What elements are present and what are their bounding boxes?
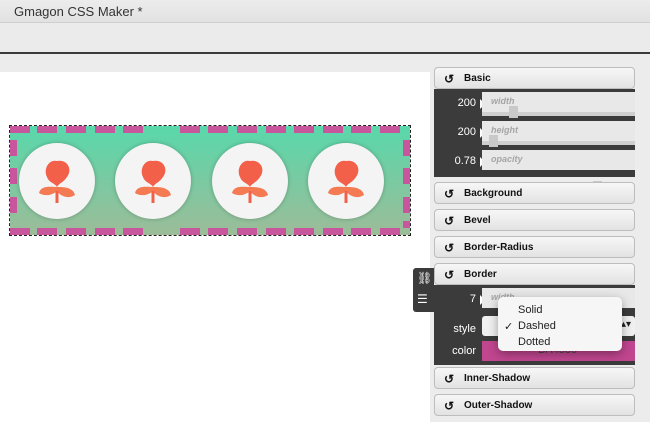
border-style-dropdown: Solid ✓ Dashed Dotted: [498, 297, 622, 351]
section-background[interactable]: ↺ Background: [434, 182, 635, 204]
border-color-label: color: [452, 345, 476, 357]
width-rail: [482, 112, 635, 116]
flower-icon: [39, 160, 75, 203]
section-inner-shadow[interactable]: ↺ Inner-Shadow: [434, 367, 635, 389]
flower-icon: [232, 160, 268, 203]
section-border-radius-label: Border-Radius: [464, 242, 534, 253]
height-value[interactable]: 200: [434, 126, 476, 138]
reset-arrow-icon[interactable]: ↺: [444, 241, 454, 255]
section-outer-shadow[interactable]: ↺ Outer-Shadow: [434, 394, 635, 416]
preview-background: [10, 126, 410, 235]
opacity-label: opacity: [491, 154, 523, 164]
section-basic-label: Basic: [464, 73, 491, 84]
width-label: width: [491, 96, 515, 106]
section-bevel-label: Bevel: [464, 215, 491, 226]
reset-arrow-icon[interactable]: ↺: [444, 268, 454, 282]
section-border[interactable]: ↺ Border: [434, 263, 635, 285]
section-outer-shadow-label: Outer-Shadow: [464, 400, 533, 411]
reset-arrow-icon[interactable]: ↺: [444, 399, 454, 413]
link-icon[interactable]: ⛓: [417, 271, 432, 285]
toolbar: [0, 23, 650, 54]
window-title: Gmagon CSS Maker *: [14, 4, 143, 19]
flower-icon: [135, 160, 171, 203]
width-slider[interactable]: width: [482, 92, 635, 112]
basic-body: 200 width 200 height 0.78 opacity: [434, 89, 635, 195]
width-slider-handle[interactable]: [509, 106, 518, 118]
section-basic[interactable]: ↺ Basic: [434, 67, 635, 89]
updown-arrows-icon: ▴▾: [620, 319, 631, 330]
section-inner-shadow-label: Inner-Shadow: [464, 373, 531, 384]
flower-tile: [308, 143, 384, 219]
border-width-value[interactable]: 7: [434, 293, 476, 305]
section-bevel[interactable]: ↺ Bevel: [434, 209, 635, 231]
reset-arrow-icon[interactable]: ↺: [444, 187, 454, 201]
height-rail: [482, 141, 635, 145]
opacity-value[interactable]: 0.78: [434, 155, 476, 167]
height-slider[interactable]: height: [482, 121, 635, 141]
reset-arrow-icon[interactable]: ↺: [444, 72, 454, 86]
flower-icon: [328, 160, 364, 203]
style-option-solid[interactable]: Solid: [518, 304, 542, 316]
section-border-radius[interactable]: ↺ Border-Radius: [434, 236, 635, 258]
reset-arrow-icon[interactable]: ↺: [444, 372, 454, 386]
panel-edge: [637, 54, 650, 422]
height-label: height: [491, 125, 518, 135]
preview-element[interactable]: [9, 125, 411, 236]
checkmark-icon: ✓: [504, 321, 514, 333]
height-row: 200 height: [434, 118, 635, 147]
side-toolbar: ⛓ ☰: [413, 268, 434, 312]
flower-tile: [212, 143, 288, 219]
border-style-label: style: [453, 323, 476, 335]
height-slider-handle[interactable]: [489, 135, 498, 147]
style-option-dashed[interactable]: Dashed: [518, 320, 556, 332]
section-background-label: Background: [464, 188, 523, 199]
width-value[interactable]: 200: [434, 97, 476, 109]
width-row: 200 width: [434, 89, 635, 118]
style-option-dotted[interactable]: Dotted: [518, 336, 550, 348]
opacity-row: 0.78 opacity: [434, 147, 635, 195]
title-bar: Gmagon CSS Maker *: [0, 0, 650, 23]
reset-arrow-icon[interactable]: ↺: [444, 214, 454, 228]
flower-tile: [115, 143, 191, 219]
layers-icon[interactable]: ☰: [417, 292, 428, 306]
section-border-label: Border: [464, 269, 497, 280]
flower-tile: [19, 143, 95, 219]
opacity-slider[interactable]: opacity: [482, 150, 635, 170]
